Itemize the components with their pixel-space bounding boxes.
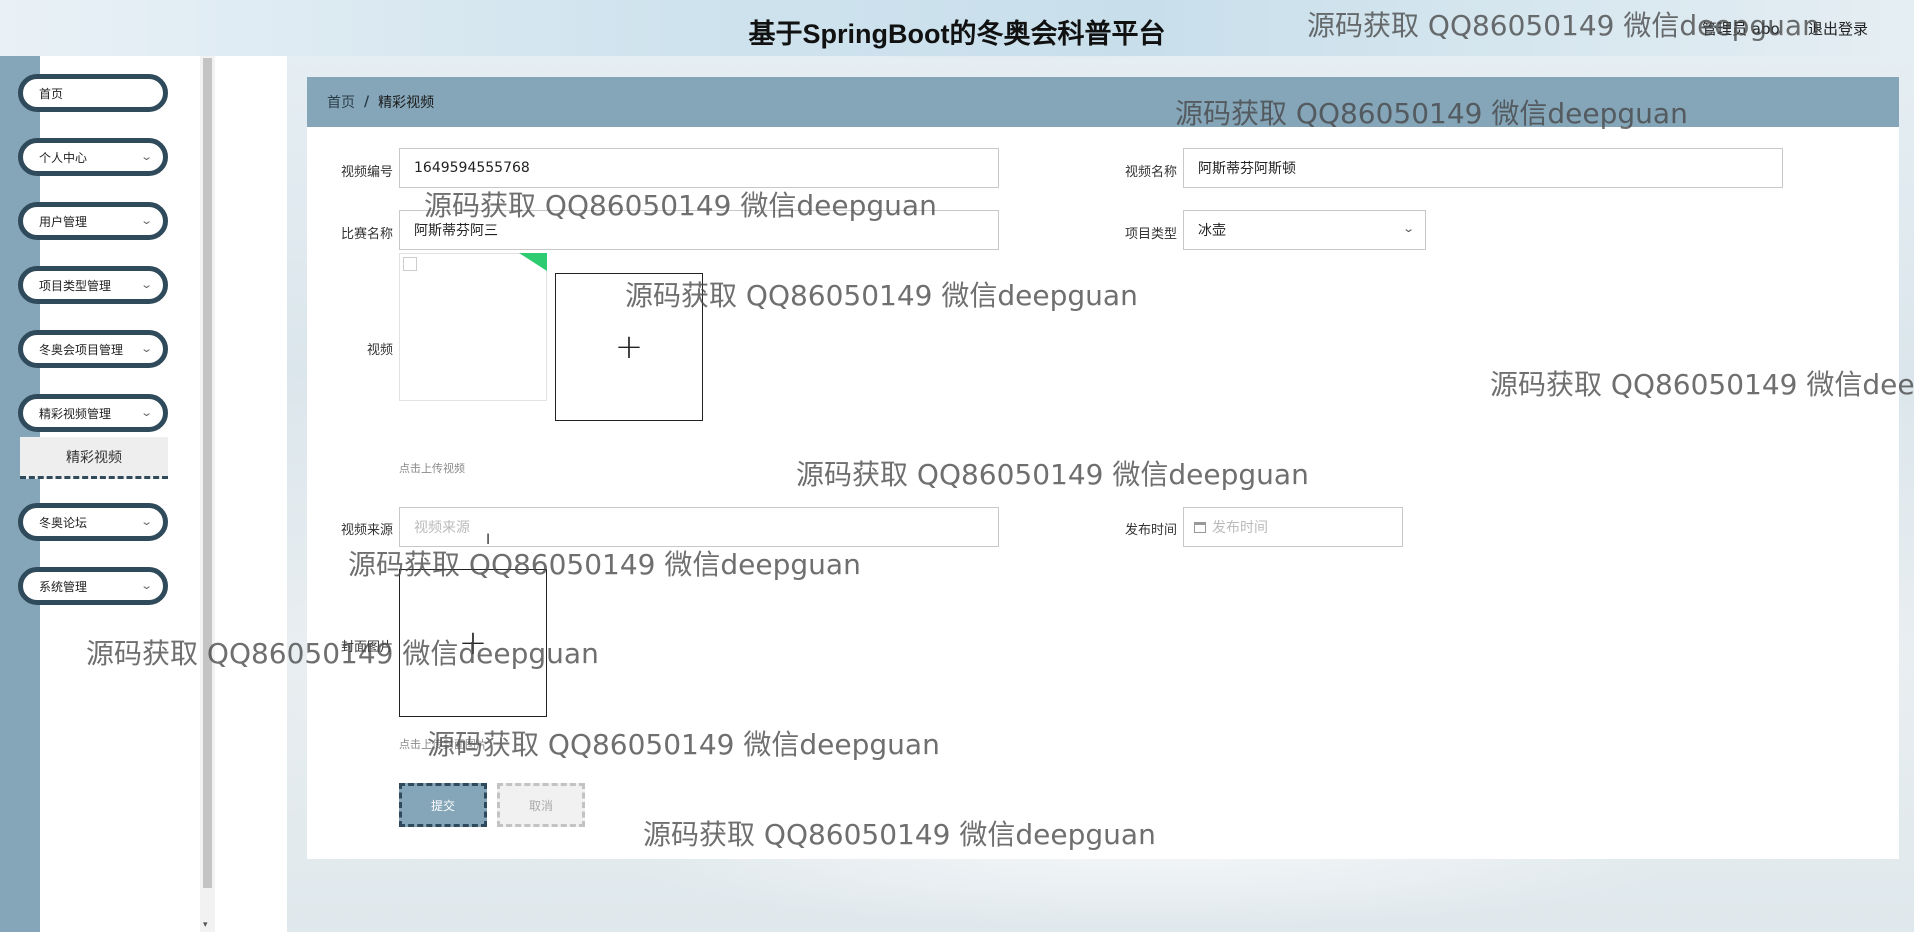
publish-time-label: 发布时间 bbox=[1124, 523, 1177, 538]
sidebar bbox=[40, 56, 200, 932]
submit-button[interactable]: 提交 bbox=[399, 783, 487, 827]
breadcrumb-home[interactable]: 首页 bbox=[327, 92, 355, 112]
sidebar-item-olympic-project-management[interactable]: 冬奥会项目管理 ⌄ bbox=[18, 330, 168, 368]
cover-image-label: 封面图片 bbox=[340, 640, 393, 655]
sidebar-item-forum[interactable]: 冬奥论坛 ⌄ bbox=[18, 503, 168, 541]
video-thumbnail[interactable] bbox=[399, 253, 547, 401]
match-name-label: 比赛名称 bbox=[340, 227, 393, 242]
site-title: 基于SpringBoot的冬奥会科普平台 bbox=[748, 19, 1166, 49]
breadcrumb-current: 精彩视频 bbox=[378, 95, 435, 111]
sidebar-item-label: 项目类型管理 bbox=[39, 278, 112, 293]
sidebar-item-home[interactable]: 首页 bbox=[18, 74, 168, 112]
chevron-down-icon: ⌄ bbox=[139, 579, 153, 592]
scroll-down-arrow-icon[interactable]: ▾ bbox=[203, 920, 208, 930]
project-type-value: 冰壶 bbox=[1198, 223, 1226, 239]
user-info: 管理员 abo bbox=[1702, 20, 1780, 38]
video-name-field[interactable]: 阿斯蒂芬阿斯顿 bbox=[1183, 148, 1783, 188]
sidebar-item-video-management[interactable]: 精彩视频管理 ⌄ bbox=[18, 394, 168, 432]
plus-icon: + bbox=[458, 623, 488, 663]
chevron-down-icon: ⌄ bbox=[139, 278, 153, 291]
sidebar-subitem-videos[interactable]: 精彩视频 bbox=[20, 437, 168, 479]
video-upload-hint: 点击上传视频 bbox=[399, 462, 465, 475]
breadcrumb-separator: / bbox=[364, 94, 370, 110]
chevron-down-icon: ⌄ bbox=[139, 150, 153, 163]
sidebar-item-label: 系统管理 bbox=[39, 579, 88, 594]
text-cursor-icon: I bbox=[486, 532, 491, 548]
chevron-down-icon: ⌄ bbox=[1401, 222, 1415, 235]
match-name-field[interactable]: 阿斯蒂芬阿三 bbox=[399, 210, 999, 250]
broken-image-icon bbox=[403, 257, 417, 271]
video-label: 视频 bbox=[366, 343, 393, 358]
publish-time-placeholder: 发布时间 bbox=[1212, 520, 1268, 536]
video-id-label: 视频编号 bbox=[340, 165, 393, 180]
video-id-field[interactable]: 1649594555768 bbox=[399, 148, 999, 188]
chevron-down-icon: ⌄ bbox=[139, 515, 153, 528]
cover-upload-hint: 点击上传封面图片 bbox=[399, 738, 487, 751]
plus-icon: + bbox=[614, 327, 644, 367]
sidebar-item-project-type-management[interactable]: 项目类型管理 ⌄ bbox=[18, 266, 168, 304]
sidebar-item-personal-center[interactable]: 个人中心 ⌄ bbox=[18, 138, 168, 176]
chevron-down-icon: ⌄ bbox=[139, 342, 153, 355]
calendar-icon bbox=[1194, 521, 1206, 533]
sidebar-strip bbox=[0, 56, 40, 932]
breadcrumb: 首页 / 精彩视频 bbox=[307, 77, 1899, 127]
sidebar-scrollbar[interactable]: ▾ bbox=[200, 56, 215, 932]
publish-time-picker[interactable]: 发布时间 bbox=[1183, 507, 1403, 547]
sidebar-item-user-management[interactable]: 用户管理 ⌄ bbox=[18, 202, 168, 240]
sidebar-item-system-management[interactable]: 系统管理 ⌄ bbox=[18, 567, 168, 605]
logout-link[interactable]: 退出登录 bbox=[1808, 18, 1868, 39]
chevron-up-icon: ⌄ bbox=[139, 406, 153, 419]
sidebar-item-label: 用户管理 bbox=[39, 214, 88, 229]
cancel-button[interactable]: 取消 bbox=[497, 783, 585, 827]
video-source-label: 视频来源 bbox=[340, 523, 393, 538]
cover-image-upload-button[interactable]: + bbox=[399, 569, 547, 717]
scrollbar-thumb[interactable] bbox=[203, 58, 212, 888]
main-form-card: 首页 / 精彩视频 视频编号 1649594555768 视频名称 阿斯蒂芬阿斯… bbox=[307, 77, 1899, 859]
video-upload-button[interactable]: + bbox=[555, 273, 703, 421]
upload-success-check-icon bbox=[519, 253, 547, 271]
sidebar-gap bbox=[215, 56, 287, 932]
sidebar-item-label: 冬奥会项目管理 bbox=[39, 342, 124, 357]
video-name-label: 视频名称 bbox=[1124, 165, 1177, 180]
sidebar-item-label: 个人中心 bbox=[39, 150, 88, 165]
project-type-select[interactable]: 冰壶 ⌄ bbox=[1183, 210, 1426, 250]
sidebar-item-label: 精彩视频管理 bbox=[39, 406, 112, 421]
sidebar-item-label: 冬奥论坛 bbox=[39, 515, 88, 530]
top-header: 基于SpringBoot的冬奥会科普平台 管理员 abo 退出登录 bbox=[0, 0, 1914, 56]
chevron-down-icon: ⌄ bbox=[139, 214, 153, 227]
project-type-label: 项目类型 bbox=[1124, 227, 1177, 242]
sidebar-item-label: 首页 bbox=[39, 86, 64, 101]
